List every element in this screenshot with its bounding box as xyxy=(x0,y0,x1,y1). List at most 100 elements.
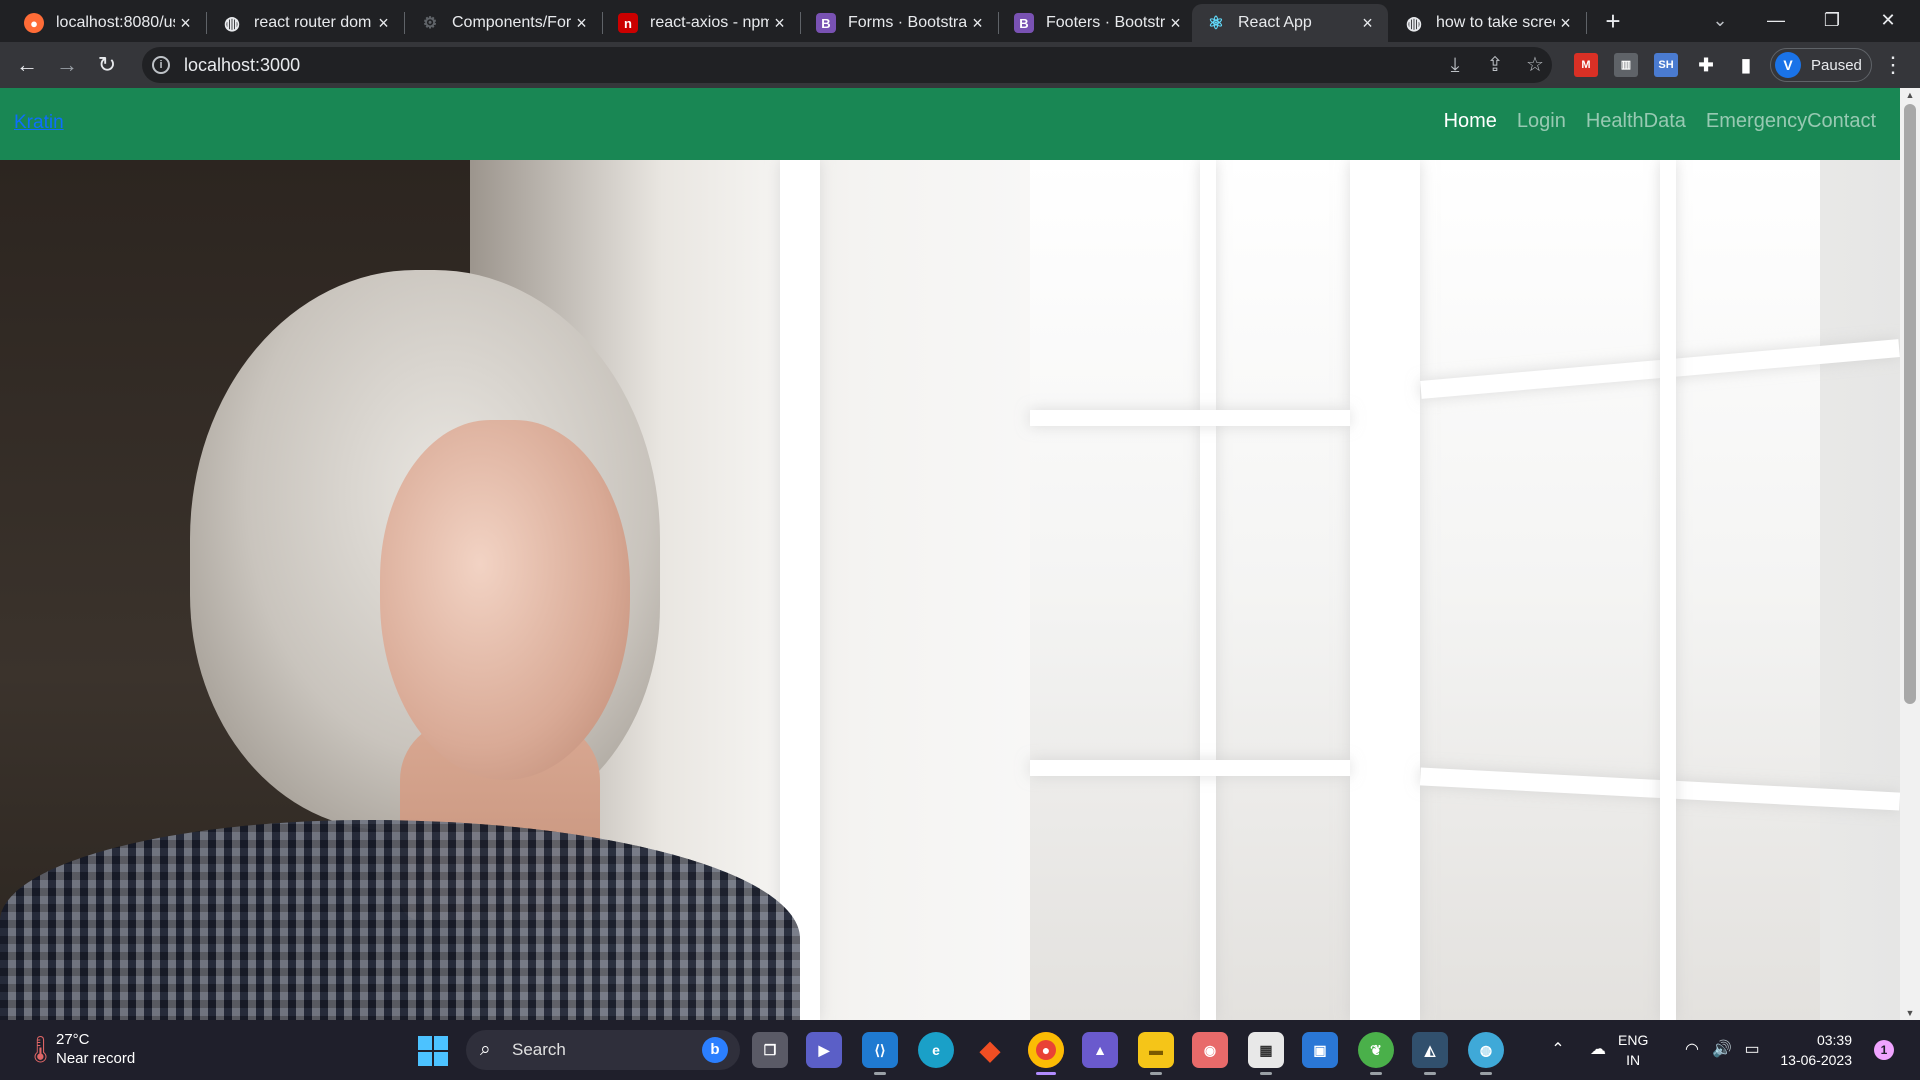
extensions-puzzle-icon[interactable]: ✚ xyxy=(1694,53,1718,77)
tab-react-app[interactable]: ⚛ React App × xyxy=(1192,4,1388,42)
close-icon[interactable]: × xyxy=(1357,13,1378,34)
vscode-icon[interactable]: ⟨⟩ xyxy=(862,1032,898,1068)
taskbar-search[interactable]: ⌕ Search b xyxy=(466,1030,740,1070)
git-icon[interactable]: ◆ xyxy=(972,1032,1008,1068)
tab-search-chevron-icon[interactable]: ⌄ xyxy=(1706,6,1734,34)
window-close-button[interactable]: ✕ xyxy=(1860,0,1916,40)
address-bar[interactable]: i localhost:3000 xyxy=(142,47,1552,83)
close-icon[interactable]: × xyxy=(1165,13,1186,34)
tray-overflow-chevron-icon[interactable]: ⌃ xyxy=(1546,1034,1570,1066)
site-navbar: Kratin Home Login HealthData EmergencyCo… xyxy=(0,88,1900,160)
mongodb-compass-icon[interactable]: ❦ xyxy=(1358,1032,1394,1068)
language-indicator[interactable]: ENG IN xyxy=(1618,1030,1648,1070)
nav-login[interactable]: Login xyxy=(1517,110,1566,133)
extension-m-icon[interactable]: M xyxy=(1574,53,1598,77)
region-code: IN xyxy=(1626,1052,1641,1068)
app-blue-icon[interactable]: ▣ xyxy=(1302,1032,1338,1068)
bing-icon[interactable]: b xyxy=(702,1037,728,1063)
tab-components[interactable]: ⚙ Components/For × xyxy=(406,4,602,42)
share-icon[interactable]: ⇪ xyxy=(1480,50,1510,80)
running-indicator xyxy=(1150,1072,1162,1075)
tab-react-axios[interactable]: n react-axios - npm × xyxy=(604,4,800,42)
window-frame xyxy=(780,160,820,1020)
running-indicator xyxy=(1424,1072,1436,1075)
nav-healthdata[interactable]: HealthData xyxy=(1586,110,1686,133)
search-icon: ⌕ xyxy=(480,1039,491,1060)
url-text[interactable]: localhost:3000 xyxy=(184,55,300,76)
minimize-button[interactable]: — xyxy=(1748,0,1804,40)
tab-forms-bootstrap[interactable]: B Forms · Bootstrap × xyxy=(802,4,998,42)
bookmark-star-icon[interactable]: ☆ xyxy=(1520,50,1550,80)
hero-subject-face xyxy=(380,420,630,780)
close-icon[interactable]: × xyxy=(1555,13,1576,34)
search-label: Search xyxy=(512,1040,566,1059)
running-indicator xyxy=(874,1072,886,1075)
tab-title: react-axios - npm xyxy=(650,14,770,31)
volume-icon[interactable]: 🔊 xyxy=(1710,1034,1734,1066)
reload-button[interactable]: ↻ xyxy=(92,50,122,80)
side-panel-icon[interactable]: ▮ xyxy=(1734,53,1758,77)
window-pane xyxy=(1420,160,1820,1020)
page-scrollbar[interactable]: ▲ ▼ xyxy=(1900,88,1920,1020)
copilot-icon[interactable]: ▲ xyxy=(1082,1032,1118,1068)
scroll-down-arrow-icon[interactable]: ▼ xyxy=(1900,1006,1920,1020)
bootstrap-icon: B xyxy=(1014,13,1034,33)
tab-strip: ● localhost:8080/us × ◍ react router dom… xyxy=(0,0,1920,42)
npm-icon: n xyxy=(618,13,638,33)
tab-divider xyxy=(602,12,603,34)
scroll-up-arrow-icon[interactable]: ▲ xyxy=(1900,88,1920,102)
close-icon[interactable]: × xyxy=(769,13,790,34)
tab-footers-bootstrap[interactable]: B Footers · Bootstra × xyxy=(1000,4,1196,42)
close-icon[interactable]: × xyxy=(373,13,394,34)
forward-button[interactable]: → xyxy=(52,50,82,80)
close-icon[interactable]: × xyxy=(571,13,592,34)
notification-badge[interactable]: 1 xyxy=(1874,1040,1894,1060)
chrome-menu-icon[interactable]: ⋮ xyxy=(1878,50,1908,80)
close-icon[interactable]: × xyxy=(175,13,196,34)
file-explorer-icon[interactable]: ▬ xyxy=(1138,1032,1174,1068)
tab-react-router-dom[interactable]: ◍ react router dom × xyxy=(208,4,404,42)
tab-divider xyxy=(206,12,207,34)
nav-emergencycontact[interactable]: EmergencyContact xyxy=(1706,110,1876,133)
site-info-icon[interactable]: i xyxy=(152,56,170,74)
tab-divider xyxy=(998,12,999,34)
mysql-workbench-icon[interactable]: ◭ xyxy=(1412,1032,1448,1068)
wifi-icon[interactable]: ◠ xyxy=(1680,1034,1704,1066)
windows-taskbar: 🌡 27°C Near record ⌕ Search b ❐ ▶ ⟨⟩ e ◆… xyxy=(0,1020,1920,1080)
battery-icon[interactable]: ▭ xyxy=(1740,1034,1764,1066)
windows-start-icon[interactable] xyxy=(418,1036,448,1066)
edge-icon[interactable]: e xyxy=(918,1032,954,1068)
close-icon[interactable]: × xyxy=(967,13,988,34)
new-tab-button[interactable]: + xyxy=(1598,6,1628,36)
brand-link[interactable]: Kratin xyxy=(14,112,64,134)
window-frame xyxy=(1030,410,1350,426)
browser-toolbar: ← → ↻ i localhost:3000 ⤓ ⇪ ☆ M ▥ SH ✚ ▮ … xyxy=(0,42,1920,88)
avatar: V xyxy=(1775,52,1801,78)
tab-title: React App xyxy=(1238,14,1312,31)
chrome-icon[interactable]: ● xyxy=(1028,1032,1064,1068)
tab-postman[interactable]: ● localhost:8080/us × xyxy=(10,4,206,42)
onedrive-icon[interactable]: ☁ xyxy=(1586,1034,1610,1066)
weather-widget[interactable]: 🌡 27°C Near record xyxy=(24,1030,135,1068)
tab-title: Components/For xyxy=(452,14,572,31)
clock-time: 03:39 xyxy=(1816,1032,1852,1048)
teams-icon[interactable]: ▶ xyxy=(806,1032,842,1068)
install-app-icon[interactable]: ⤓ xyxy=(1440,50,1470,80)
app-globe-icon[interactable]: ◍ xyxy=(1468,1032,1504,1068)
extension-sh-icon[interactable]: SH xyxy=(1654,53,1678,77)
nav-home[interactable]: Home xyxy=(1444,110,1497,133)
back-button[interactable]: ← xyxy=(12,50,42,80)
postman-icon: ● xyxy=(24,13,44,33)
scroll-thumb[interactable] xyxy=(1904,104,1916,704)
profile-button[interactable]: V Paused xyxy=(1770,48,1872,82)
window-frame xyxy=(1350,160,1420,1020)
nav-links: Home Login HealthData EmergencyContact xyxy=(1444,110,1876,133)
restore-button[interactable]: ❐ xyxy=(1804,0,1860,40)
extension-chart-icon[interactable]: ▥ xyxy=(1614,53,1638,77)
storybook-icon: ⚙ xyxy=(422,15,438,32)
screenshot-tool-icon[interactable]: ◉ xyxy=(1192,1032,1228,1068)
microsoft-store-icon[interactable]: ▦ xyxy=(1248,1032,1284,1068)
system-clock[interactable]: 03:39 13-06-2023 xyxy=(1772,1030,1852,1070)
task-view-icon[interactable]: ❐ xyxy=(752,1032,788,1068)
tab-how-to-take-screenshot[interactable]: ◍ how to take scree × xyxy=(1390,4,1586,42)
